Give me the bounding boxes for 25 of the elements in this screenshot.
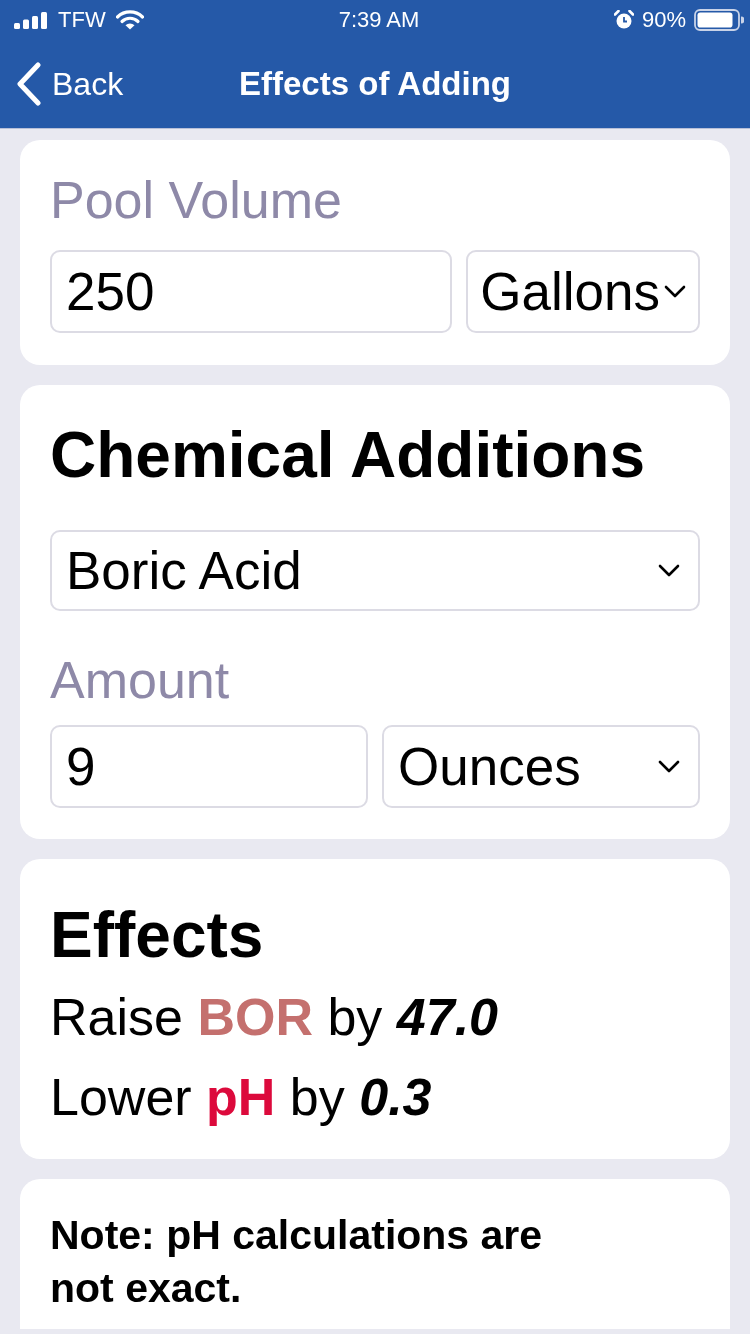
chevron-down-icon — [664, 285, 686, 298]
carrier-name: TFW — [58, 7, 106, 33]
battery-icon — [694, 9, 744, 31]
section-title: Effects — [50, 898, 265, 973]
wifi-icon — [115, 10, 144, 30]
battery-percent: 90% — [641, 7, 686, 33]
clock-time: 7:39 AM — [338, 7, 420, 33]
field-label: Pool Volume — [50, 170, 343, 230]
unit-dropdown[interactable]: Ounces — [382, 725, 700, 808]
volume-field[interactable]: 250 — [50, 250, 453, 333]
unit-dropdown[interactable]: Gallons — [466, 250, 700, 333]
chevron-down-icon — [658, 760, 680, 773]
back-button[interactable]: Back — [16, 62, 124, 106]
effect-line: Raise BOR by 47.0 — [50, 987, 499, 1048]
alarm-clock-icon — [613, 10, 634, 30]
chevron-down-icon — [658, 564, 680, 577]
back-chevron-icon — [16, 62, 42, 106]
section-title: Chemical Additions — [50, 418, 647, 493]
note-text: Note: pH calculations are not exact. — [50, 1211, 544, 1313]
effect-line: Lower pH by 0.3 — [50, 1067, 433, 1128]
chemical-dropdown[interactable]: Boric Acid — [50, 530, 700, 611]
signal-bars-icon — [14, 11, 48, 29]
field-label: Amount — [50, 650, 231, 710]
screen-title: Effects of Adding — [239, 64, 511, 104]
amount-field[interactable]: 9 — [50, 725, 368, 808]
